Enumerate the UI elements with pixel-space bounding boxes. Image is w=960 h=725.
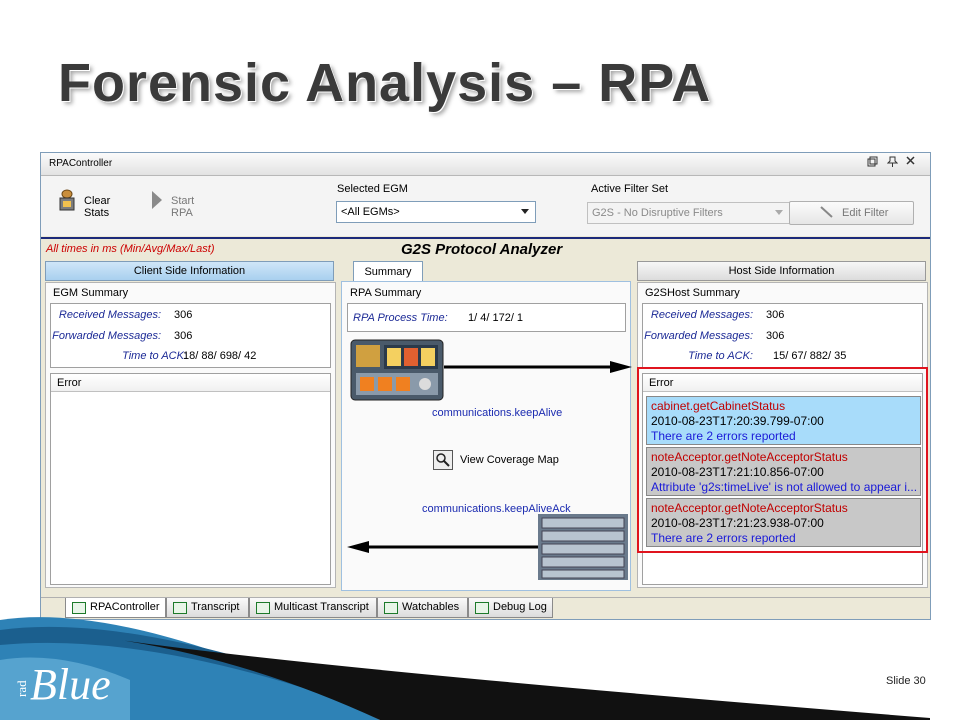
egm-summary-pane: EGM Summary Received Messages: 306 Forwa… bbox=[45, 282, 336, 588]
egm-stats-box: Received Messages: 306 Forwarded Message… bbox=[50, 303, 331, 368]
rpa-controller-window: RPAController Clear Stats Start RPA Sele… bbox=[40, 152, 931, 620]
slide-title: Forensic Analysis – RPA bbox=[58, 53, 712, 113]
egm-forwarded-label: Forwarded Messages: bbox=[52, 330, 161, 342]
slot-machine-icon bbox=[350, 339, 444, 401]
host-received-label: Received Messages: bbox=[650, 309, 753, 321]
rpa-summary-pane: RPA Summary RPA Process Time: 1/ 4/ 172/… bbox=[341, 281, 632, 591]
start-rpa-label: Start RPA bbox=[171, 195, 195, 219]
radblue-logo: rad Blue bbox=[14, 657, 124, 717]
egm-error-header: Error bbox=[51, 374, 330, 392]
host-forwarded-value: 306 bbox=[766, 330, 785, 342]
rpa-stats-box: RPA Process Time: 1/ 4/ 172/ 1 bbox=[347, 303, 626, 332]
play-icon bbox=[151, 190, 163, 213]
egm-received-value: 306 bbox=[174, 309, 193, 321]
highlight-outline bbox=[637, 367, 928, 553]
toolbar: Clear Stats Start RPA Selected EGM <All … bbox=[41, 176, 930, 236]
pin-icon[interactable] bbox=[886, 156, 899, 170]
egm-ack-value: 18/ 88/ 698/ 42 bbox=[183, 350, 257, 362]
host-forwarded-label: Forwarded Messages: bbox=[644, 330, 753, 342]
active-filter-select[interactable]: G2S - No Disruptive Filters bbox=[587, 202, 790, 224]
response-arrow bbox=[347, 540, 543, 554]
edit-filter-button[interactable]: Edit Filter bbox=[789, 201, 914, 225]
selected-egm-label: Selected EGM bbox=[337, 183, 408, 195]
host-ack-value: 15/ 67/ 882/ 35 bbox=[773, 350, 847, 362]
logo-blue: Blue bbox=[30, 660, 111, 709]
host-stats-box: Received Messages: 306 Forwarded Message… bbox=[642, 303, 923, 368]
selected-egm-value: <All EGMs> bbox=[341, 206, 400, 218]
egm-received-label: Received Messages: bbox=[58, 309, 161, 321]
edit-filter-label: Edit Filter bbox=[842, 207, 889, 219]
window-titlebar: RPAController bbox=[41, 153, 930, 176]
server-rack-icon bbox=[538, 514, 628, 580]
host-received-value: 306 bbox=[766, 309, 785, 321]
egm-ack-label: Time to ACK: bbox=[122, 350, 187, 362]
host-side-info-button[interactable]: Host Side Information bbox=[637, 261, 926, 281]
logo-rad: rad bbox=[14, 680, 29, 697]
analyzer-title: G2S Protocol Analyzer bbox=[401, 241, 563, 258]
request-arrow bbox=[444, 360, 632, 374]
host-ack-label: Time to ACK: bbox=[688, 350, 753, 362]
magnifier-icon[interactable] bbox=[433, 450, 453, 470]
clear-stats-label: Clear Stats bbox=[84, 195, 111, 219]
slide-number: Slide 30 bbox=[886, 675, 926, 687]
rpa-process-value: 1/ 4/ 172/ 1 bbox=[468, 312, 524, 324]
keep-alive-label[interactable]: communications.keepAlive bbox=[432, 407, 562, 419]
chevron-down-icon bbox=[775, 210, 783, 215]
clear-stats-icon bbox=[57, 188, 79, 215]
close-icon[interactable] bbox=[905, 155, 916, 169]
active-filter-label: Active Filter Set bbox=[591, 183, 669, 195]
selected-egm-select[interactable]: <All EGMs> bbox=[336, 201, 536, 223]
rpa-summary-title: RPA Summary bbox=[350, 287, 422, 299]
pencil-icon bbox=[820, 206, 834, 221]
times-note: All times in ms (Min/Avg/Max/Last) bbox=[46, 243, 215, 255]
chevron-down-icon bbox=[521, 209, 529, 214]
toolbar-divider bbox=[41, 237, 930, 239]
view-coverage-map-link[interactable]: View Coverage Map bbox=[460, 454, 559, 466]
egm-forwarded-value: 306 bbox=[174, 330, 193, 342]
host-summary-title: G2SHost Summary bbox=[645, 287, 740, 299]
client-side-info-button[interactable]: Client Side Information bbox=[45, 261, 334, 281]
window-title: RPAController bbox=[49, 158, 113, 169]
egm-summary-title: EGM Summary bbox=[53, 287, 129, 299]
tab-summary[interactable]: Summary bbox=[353, 261, 423, 282]
egm-error-list: Error bbox=[50, 373, 331, 585]
slide-swoosh bbox=[0, 590, 960, 720]
restore-icon[interactable] bbox=[867, 156, 878, 170]
rpa-process-label: RPA Process Time: bbox=[353, 312, 448, 324]
active-filter-value: G2S - No Disruptive Filters bbox=[592, 207, 723, 219]
